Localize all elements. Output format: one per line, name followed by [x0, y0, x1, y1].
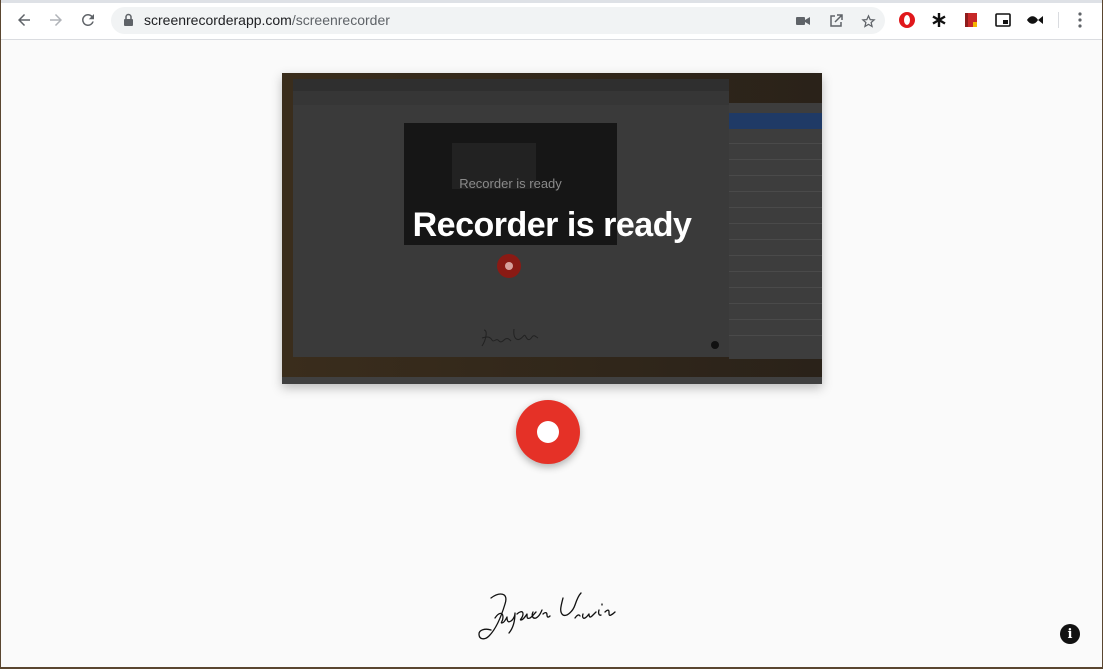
record-dot-icon: [537, 421, 559, 443]
recorder-status-text: Recorder is ready: [412, 206, 692, 244]
toolbar-divider: [1058, 12, 1059, 28]
bookmark-star-icon[interactable]: [858, 11, 878, 31]
camera-icon[interactable]: [793, 11, 813, 31]
preview-sheet-row: [729, 335, 822, 336]
tab-strip-edge: [1, 0, 1102, 3]
browser-toolbar: screenrecorderapp.com/screenrecorder: [1, 0, 1102, 40]
url-host: screenrecorderapp.com: [144, 12, 292, 28]
preview-sheet-row: [729, 143, 822, 144]
preview-nested-tabs: [293, 79, 729, 91]
book-extension-icon[interactable]: [961, 10, 981, 30]
address-bar[interactable]: screenrecorderapp.com/screenrecorder: [111, 7, 885, 34]
browser-window: screenrecorderapp.com/screenrecorder Rec…: [1, 0, 1102, 667]
url-text[interactable]: screenrecorderapp.com/screenrecorder: [144, 12, 390, 28]
url-path: /screenrecorder: [291, 12, 390, 28]
lock-icon: [123, 13, 134, 32]
preview-nested-record-button: [497, 254, 521, 278]
picture-in-picture-icon[interactable]: [993, 10, 1013, 30]
recording-preview: Recorder is ready Recorder is ready: [282, 73, 822, 384]
preview-sheet-row: [729, 191, 822, 192]
forward-arrow-icon[interactable]: [44, 8, 68, 32]
preview-sheet-row: [729, 319, 822, 320]
reload-icon[interactable]: [76, 8, 100, 32]
preview-sheet-row: [729, 271, 822, 272]
preview-bottom-bar: [282, 377, 822, 384]
preview-sheet-header: [729, 113, 822, 129]
more-menu-icon[interactable]: [1070, 10, 1090, 30]
preview-nested-info-icon: [711, 341, 719, 349]
fish-extension-icon[interactable]: [1025, 10, 1045, 30]
signature-logo: [471, 588, 635, 649]
info-button[interactable]: i: [1060, 624, 1080, 644]
info-icon: i: [1067, 626, 1073, 642]
asterisk-extension-icon[interactable]: [929, 10, 949, 30]
preview-sheet-row: [729, 255, 822, 256]
open-external-icon[interactable]: [826, 11, 846, 31]
preview-nested-signature: [478, 326, 542, 353]
preview-sheet-row: [729, 287, 822, 288]
preview-sheet-row: [729, 303, 822, 304]
preview-sheet-row: [729, 175, 822, 176]
back-arrow-icon[interactable]: [12, 8, 36, 32]
preview-nested-status-text: Recorder is ready: [459, 176, 562, 191]
preview-sheet-row: [729, 159, 822, 160]
opera-extension-icon[interactable]: [897, 10, 917, 30]
preview-nested-address-bar: [293, 91, 729, 105]
record-button[interactable]: [516, 400, 580, 464]
